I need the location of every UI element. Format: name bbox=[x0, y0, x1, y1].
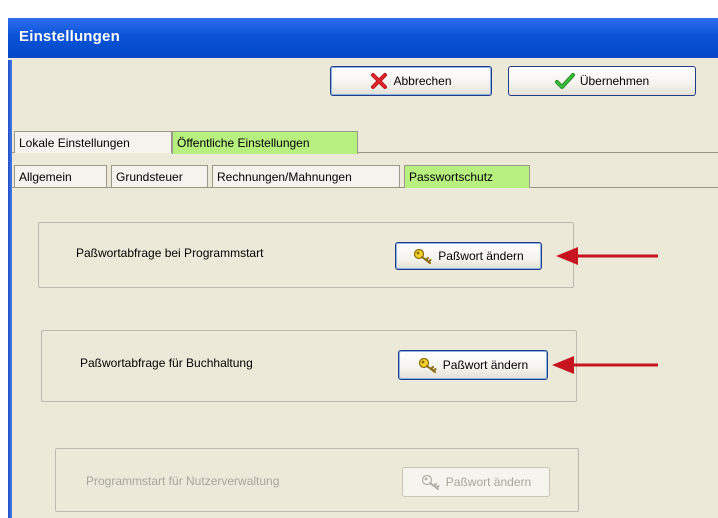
key-icon bbox=[413, 247, 433, 265]
apply-button-label: Übernehmen bbox=[579, 74, 650, 88]
tab-label: Lokale Einstellungen bbox=[19, 135, 130, 150]
tab-passwortschutz[interactable]: Passwortschutz bbox=[404, 165, 530, 188]
change-password-button-nutzerverwaltung: Paßwort ändern bbox=[402, 467, 550, 497]
group-label-programmstart: Paßwortabfrage bei Programmstart bbox=[76, 246, 264, 260]
tab-lokale-einstellungen[interactable]: Lokale Einstellungen bbox=[14, 131, 172, 153]
tab-label: Grundsteuer bbox=[116, 169, 183, 184]
group-label-buchhaltung: Paßwortabfrage für Buchhaltung bbox=[80, 356, 253, 370]
red-arrow-icon bbox=[556, 247, 658, 265]
tab-label: Allgemein bbox=[19, 169, 72, 184]
key-icon bbox=[418, 356, 438, 374]
button-label: Paßwort ändern bbox=[442, 358, 529, 372]
change-password-button-programmstart[interactable]: Paßwort ändern bbox=[395, 242, 542, 270]
tab-oeffentliche-einstellungen[interactable]: Öffentliche Einstellungen bbox=[172, 131, 358, 154]
tab-label: Rechnungen/Mahnungen bbox=[217, 169, 352, 184]
window-client-area: Abbrechen Übernehmen Lokale Einstellunge… bbox=[12, 58, 718, 518]
window-title: Einstellungen bbox=[19, 28, 120, 45]
title-bar[interactable]: Einstellungen bbox=[8, 18, 718, 58]
tab-rechnungen-mahnungen[interactable]: Rechnungen/Mahnungen bbox=[212, 165, 400, 187]
settings-window: Einstellungen Abbrechen Übernehmen Lokal… bbox=[8, 18, 718, 518]
tab-label: Passwortschutz bbox=[409, 170, 494, 184]
apply-button[interactable]: Übernehmen bbox=[508, 66, 696, 96]
red-x-icon bbox=[370, 72, 388, 90]
sub-tab-strip-line bbox=[12, 187, 718, 188]
button-label: Paßwort ändern bbox=[445, 475, 532, 489]
cancel-button[interactable]: Abbrechen bbox=[330, 66, 492, 96]
window-border bbox=[8, 60, 12, 518]
tab-grundsteuer[interactable]: Grundsteuer bbox=[111, 165, 208, 187]
red-arrow-icon bbox=[552, 356, 658, 374]
group-label-nutzerverwaltung: Programmstart für Nutzerverwaltung bbox=[86, 474, 280, 488]
button-label: Paßwort ändern bbox=[438, 249, 524, 263]
tab-label: Öffentliche Einstellungen bbox=[177, 136, 310, 150]
change-password-button-buchhaltung[interactable]: Paßwort ändern bbox=[398, 350, 548, 380]
key-icon bbox=[421, 473, 441, 491]
tab-allgemein[interactable]: Allgemein bbox=[14, 165, 107, 187]
cancel-button-label: Abbrechen bbox=[393, 74, 452, 88]
green-check-icon bbox=[554, 72, 575, 90]
